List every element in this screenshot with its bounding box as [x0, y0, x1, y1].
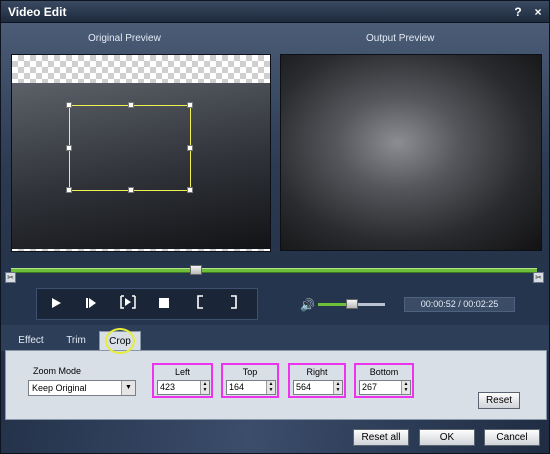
crop-selection-box[interactable] — [66, 102, 193, 193]
play-icon — [52, 298, 61, 308]
tab-trim[interactable]: Trim — [56, 331, 96, 350]
crop-top-input[interactable]: 164 ▲ ▼ — [226, 380, 276, 395]
reset-all-button[interactable]: Reset all — [353, 429, 409, 446]
zoom-mode-label: Zoom Mode — [33, 366, 82, 376]
tab-effect[interactable]: Effect — [9, 331, 53, 350]
original-preview-label: Original Preview — [88, 33, 161, 44]
volume-level — [318, 303, 349, 306]
crop-right-group: Right 564 ▲ ▼ — [288, 363, 346, 398]
cancel-button[interactable]: Cancel — [484, 429, 540, 446]
crop-handle-bottom-right[interactable] — [187, 187, 193, 193]
chevron-down-icon[interactable]: ▼ — [121, 381, 135, 395]
time-display: 00:00:52 / 00:02:25 — [404, 297, 515, 312]
crop-bottom-input[interactable]: 267 ▲ ▼ — [359, 380, 411, 395]
timeline-thumb[interactable] — [190, 265, 202, 275]
mark-in-button[interactable] — [189, 295, 211, 315]
output-preview-pane — [280, 54, 542, 251]
crop-handle-top-right[interactable] — [187, 102, 193, 108]
crop-right-label: Right — [306, 367, 328, 377]
output-preview-label: Output Preview — [366, 33, 435, 44]
ok-button[interactable]: OK — [419, 429, 475, 446]
volume-thumb[interactable] — [346, 299, 358, 309]
crop-handle-bottom[interactable] — [128, 187, 134, 193]
frame-step-icon — [120, 295, 136, 309]
crop-bottom-value: 267 — [362, 382, 378, 392]
original-preview-pane — [11, 54, 271, 252]
crop-handle-bottom-left[interactable] — [66, 187, 72, 193]
stop-button[interactable] — [153, 295, 175, 315]
output-video-frame — [281, 55, 541, 250]
timeline-track[interactable] — [11, 268, 537, 273]
spin-arrows-icon[interactable]: ▲ ▼ — [401, 381, 410, 394]
spin-arrows-icon[interactable]: ▲ ▼ — [333, 381, 342, 394]
mark-out-button[interactable] — [223, 295, 245, 315]
crop-top-value: 164 — [229, 382, 245, 392]
mark-in-icon — [197, 295, 203, 309]
trim-end-marker-icon[interactable]: ✂ — [533, 272, 544, 283]
title-bar: Video Edit ? × — [1, 1, 549, 23]
window-title: Video Edit — [8, 5, 67, 19]
help-button[interactable]: ? — [511, 5, 525, 19]
frame-step-button[interactable] — [117, 295, 139, 315]
crop-top-group: Top 164 ▲ ▼ — [221, 363, 279, 398]
crop-right-value: 564 — [296, 382, 312, 392]
crop-bottom-label: Bottom — [369, 367, 399, 377]
video-edit-window: Video Edit ? × Original Preview Output P… — [0, 0, 550, 454]
close-button[interactable]: × — [531, 5, 545, 19]
crop-left-value: 423 — [160, 382, 176, 392]
crop-handle-top[interactable] — [128, 102, 134, 108]
trim-start-marker-icon[interactable]: ✂ — [5, 272, 16, 283]
reset-button[interactable]: Reset — [478, 392, 520, 409]
spin-arrows-icon[interactable]: ▲ ▼ — [266, 381, 275, 394]
volume-icon[interactable]: 🔊 — [300, 298, 315, 312]
play-button[interactable] — [45, 295, 67, 315]
crop-handle-left[interactable] — [66, 145, 72, 151]
crop-top-label: Top — [242, 367, 258, 377]
step-forward-icon — [86, 298, 96, 308]
spin-arrows-icon[interactable]: ▲ ▼ — [200, 381, 209, 394]
stop-icon — [159, 298, 169, 308]
crop-left-input[interactable]: 423 ▲ ▼ — [157, 380, 210, 395]
zoom-mode-select[interactable]: Keep Original ▼ — [28, 380, 136, 396]
zoom-mode-value: Keep Original — [32, 383, 87, 393]
crop-handle-top-left[interactable] — [66, 102, 72, 108]
mark-out-icon — [231, 295, 237, 309]
crop-left-group: Left 423 ▲ ▼ — [152, 363, 213, 398]
tab-crop[interactable]: Crop — [99, 331, 141, 350]
step-forward-button[interactable] — [80, 295, 102, 315]
crop-handle-right[interactable] — [187, 145, 193, 151]
crop-left-label: Left — [174, 367, 190, 377]
crop-right-input[interactable]: 564 ▲ ▼ — [293, 380, 343, 395]
crop-bottom-group: Bottom 267 ▲ ▼ — [354, 363, 414, 398]
playback-controls — [36, 288, 258, 320]
